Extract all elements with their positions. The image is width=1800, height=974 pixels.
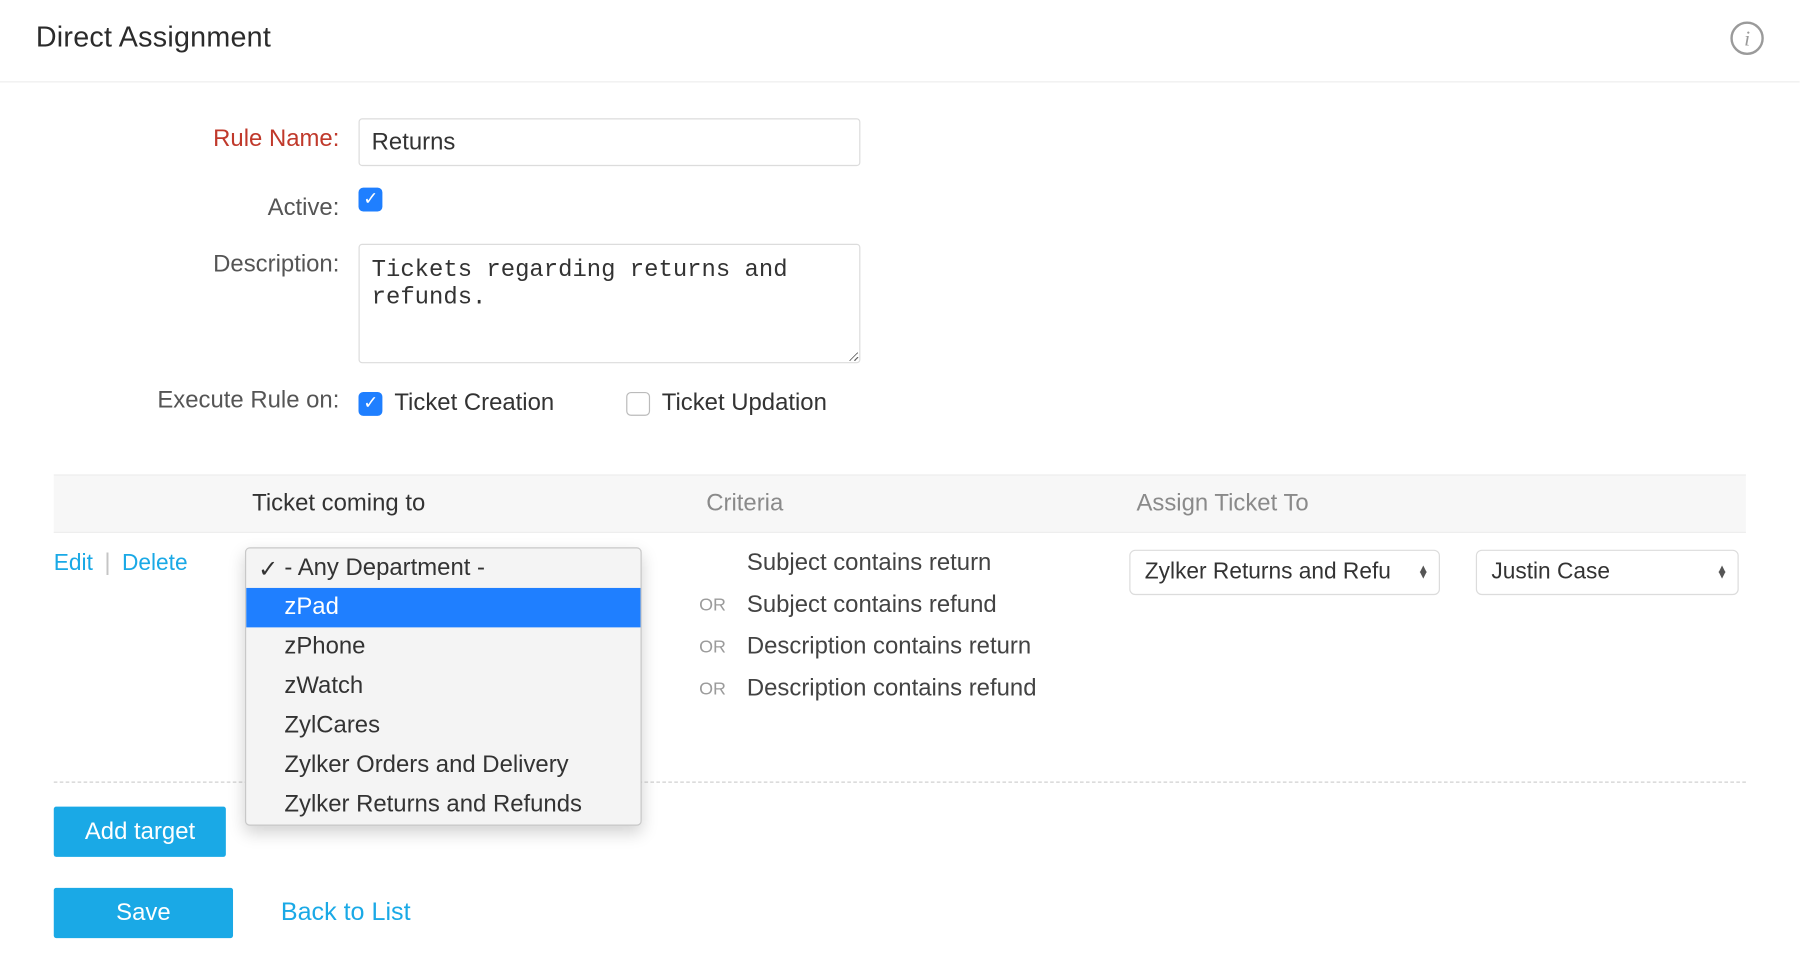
active-checkbox[interactable] (359, 188, 383, 212)
label-execute: Execute Rule on: (96, 385, 359, 415)
dd-opt-orders[interactable]: Zylker Orders and Delivery (246, 746, 640, 785)
criteria-text: Description contains refund (747, 675, 1037, 702)
targets-table: Ticket coming to Criteria Assign Ticket … (54, 474, 1746, 782)
ticket-updation-label: Ticket Updation (662, 390, 827, 417)
opt-ticket-creation[interactable]: Ticket Creation (359, 390, 555, 417)
page-title: Direct Assignment (36, 22, 271, 55)
criteria-line: OR Subject contains return (699, 550, 1129, 577)
assign-agent-select[interactable]: Justin Case ▲▼ (1476, 550, 1739, 595)
target-row: Edit | Delete - Any Department - zPad zP… (54, 533, 1746, 783)
row-description: Description: (96, 244, 1704, 364)
criteria-line: OR Subject contains refund (699, 592, 1129, 619)
criteria-text: Description contains return (747, 633, 1031, 660)
or-label: OR (699, 679, 732, 699)
assign-team-select[interactable]: Zylker Returns and Refu ▲▼ (1129, 550, 1440, 595)
label-rule-name: Rule Name: (96, 118, 359, 153)
dd-opt-zphone[interactable]: zPhone (246, 627, 640, 666)
label-active: Active: (96, 188, 359, 223)
row-execute: Execute Rule on: Ticket Creation Ticket … (96, 385, 1704, 417)
dd-opt-zwatch[interactable]: zWatch (246, 667, 640, 706)
opt-ticket-updation[interactable]: Ticket Updation (626, 390, 827, 417)
criteria-text: Subject contains return (747, 550, 991, 577)
th-criteria: Criteria (699, 490, 1129, 517)
criteria-line: OR Description contains return (699, 633, 1129, 660)
row-active: Active: (96, 188, 1704, 223)
add-target-button[interactable]: Add target (54, 807, 226, 857)
back-to-list-link[interactable]: Back to List (281, 899, 411, 928)
page-header: Direct Assignment i (0, 0, 1800, 82)
row-rule-name: Rule Name: (96, 118, 1704, 166)
delete-link[interactable]: Delete (122, 551, 188, 576)
select-caret-icon: ▲▼ (1716, 566, 1728, 578)
criteria-text: Subject contains refund (747, 592, 997, 619)
dd-opt-zylcares[interactable]: ZylCares (246, 706, 640, 745)
row-actions: Edit | Delete (54, 550, 245, 577)
criteria-cell: OR Subject contains return OR Subject co… (699, 550, 1129, 703)
department-cell: - Any Department - zPad zPhone zWatch Zy… (245, 550, 699, 765)
criteria-line: OR Description contains refund (699, 675, 1129, 702)
or-label: OR (699, 595, 732, 615)
th-assign: Assign Ticket To (1129, 490, 1798, 517)
dd-opt-any[interactable]: - Any Department - (246, 549, 640, 588)
ticket-creation-checkbox[interactable] (359, 391, 383, 415)
rule-form: Rule Name: Active: Description: Execute … (0, 82, 1800, 450)
th-ticket: Ticket coming to (245, 490, 699, 517)
or-label: OR (699, 637, 732, 657)
label-description: Description: (96, 244, 359, 279)
select-caret-icon: ▲▼ (1417, 566, 1429, 578)
footer-row: Save Back to List (54, 888, 411, 938)
info-icon[interactable]: i (1730, 22, 1763, 55)
ticket-updation-checkbox[interactable] (626, 391, 650, 415)
description-textarea[interactable] (359, 244, 861, 364)
targets-header-row: Ticket coming to Criteria Assign Ticket … (54, 474, 1746, 533)
assign-agent-value: Justin Case (1491, 559, 1610, 585)
ticket-creation-label: Ticket Creation (394, 390, 554, 417)
edit-link[interactable]: Edit (54, 551, 93, 576)
execute-options: Ticket Creation Ticket Updation (359, 385, 827, 417)
save-button[interactable]: Save (54, 888, 233, 938)
department-dropdown[interactable]: - Any Department - zPad zPhone zWatch Zy… (245, 547, 642, 825)
assign-team-value: Zylker Returns and Refu (1145, 559, 1391, 585)
dd-opt-returns[interactable]: Zylker Returns and Refunds (246, 785, 640, 824)
dd-opt-zpad[interactable]: zPad (246, 588, 640, 627)
assign-cell: Zylker Returns and Refu ▲▼ Justin Case ▲… (1129, 550, 1798, 595)
action-separator: | (104, 550, 110, 576)
rule-name-input[interactable] (359, 118, 861, 166)
